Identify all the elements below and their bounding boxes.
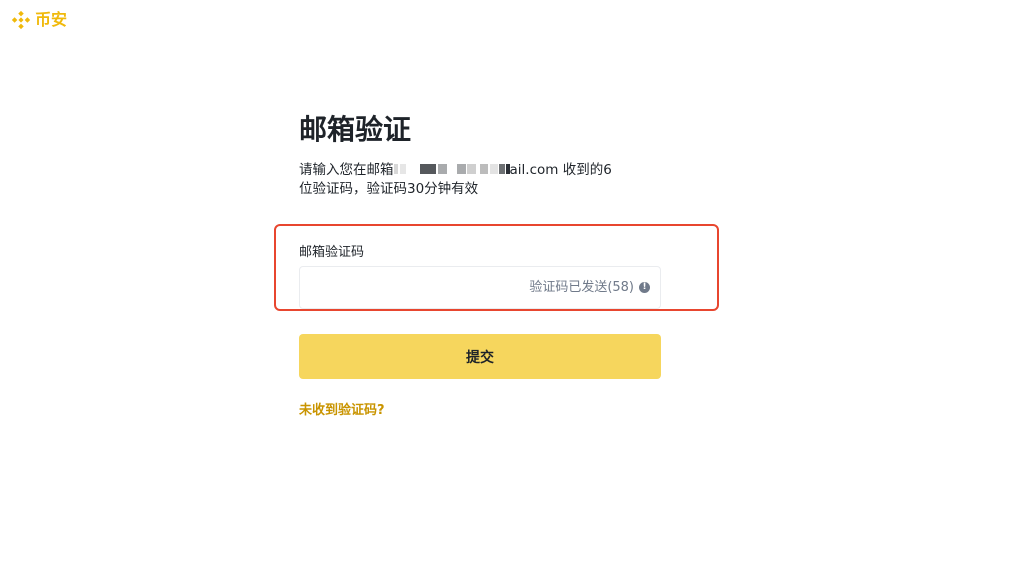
subtitle-line-2: 位验证码，验证码30分钟有效 [299, 181, 479, 197]
brand-logo[interactable]: 币安 [10, 9, 67, 31]
brand-name: 币安 [35, 10, 68, 29]
email-verification-page: 币安 邮箱验证 请输入您在邮箱 ail.com 收到的6 位验证码，验证码30分钟… [0, 0, 1024, 561]
binance-logo-icon [11, 10, 31, 30]
submit-button[interactable]: 提交 [299, 334, 661, 379]
page-subtitle: 请输入您在邮箱 ail.com 收到的6 位验证码，验证码30分钟有效 [299, 161, 661, 199]
code-field-label: 邮箱验证码 [299, 245, 365, 260]
info-icon[interactable]: ! [639, 282, 650, 293]
subtitle-line-1: 请输入您在邮箱 ail.com 收到的6 [299, 161, 661, 180]
email-code-input[interactable] [310, 267, 514, 310]
page-title: 邮箱验证 [299, 113, 412, 146]
subtitle-prefix: 请输入您在邮箱 [299, 162, 394, 178]
verification-header: 邮箱验证 请输入您在邮箱 ail.com 收到的6 位验证码，验证码30分钟有效 [299, 108, 661, 199]
code-input-wrapper[interactable]: 验证码已发送(58) ! [299, 266, 661, 310]
masked-email [393, 163, 510, 174]
subtitle-suffix: ail.com 收到的6 [509, 162, 612, 178]
resend-countdown: 验证码已发送(58) [529, 280, 634, 295]
code-not-received-link[interactable]: 未收到验证码? [299, 402, 385, 420]
